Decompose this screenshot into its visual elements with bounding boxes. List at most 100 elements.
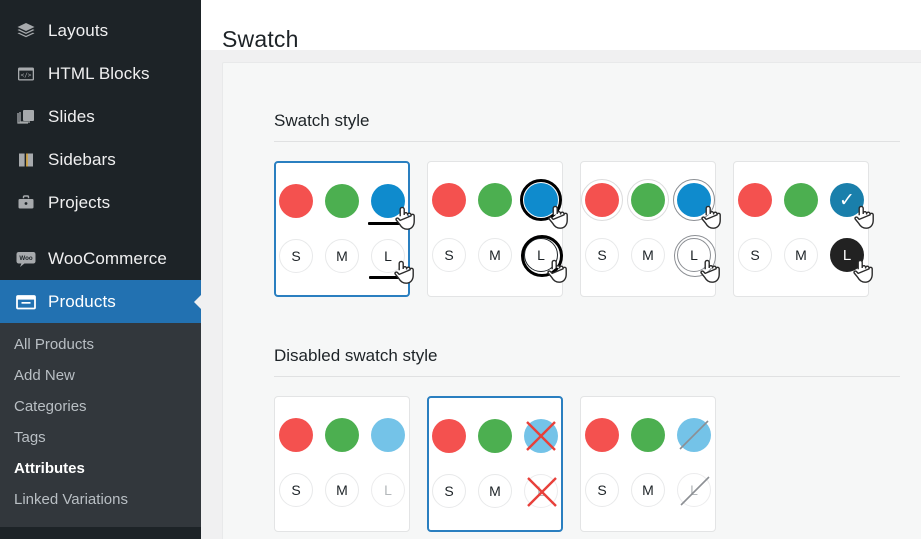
submenu-item-attributes[interactable]: Attributes <box>0 453 201 484</box>
sidebar-item-layouts[interactable]: Layouts <box>0 9 201 52</box>
color-swatch-green[interactable] <box>784 183 818 217</box>
sidebar-item-label: Products <box>48 292 116 311</box>
section-swatch-style: Swatch style S M L S M L S M L ✓ S M L <box>274 111 900 297</box>
size-swatch-row: SML <box>428 235 567 283</box>
size-swatch-m[interactable]: M <box>631 238 665 272</box>
size-swatch-s[interactable]: S <box>585 473 619 507</box>
color-swatch-red[interactable] <box>432 183 466 217</box>
color-swatch-blue[interactable] <box>524 419 558 453</box>
size-swatch-label: L <box>537 483 545 499</box>
color-swatch-red[interactable] <box>738 183 772 217</box>
sidebar-item-sidebars[interactable]: Sidebars <box>0 138 201 181</box>
sidebar-item-woocommerce[interactable]: Woo WooCommerce <box>0 237 201 280</box>
submenu-item-add-new[interactable]: Add New <box>0 360 201 391</box>
size-swatch-s[interactable]: S <box>432 238 466 272</box>
color-swatch-red[interactable] <box>279 184 313 218</box>
color-swatch-blue[interactable] <box>520 179 568 229</box>
style-option-card-cross-disabled-style[interactable]: SM L <box>427 396 563 532</box>
size-swatch-row: SML <box>581 235 720 283</box>
selected-ring-indicator <box>520 179 562 221</box>
sidebar-menu: Layouts </> HTML Blocks Slides Sidebars Proje… <box>0 9 201 323</box>
size-swatch-s[interactable]: S <box>432 474 466 508</box>
style-option-card-thin-ring-style[interactable]: SML <box>580 161 721 297</box>
size-swatch-m[interactable]: M <box>631 473 665 507</box>
pointer-hand-cursor-icon <box>395 206 415 230</box>
style-option-card-faded-disabled-style[interactable]: SML <box>274 396 410 532</box>
color-swatch-blue[interactable] <box>677 418 711 452</box>
page-title: Swatch <box>222 26 299 53</box>
size-swatch-s[interactable]: S <box>279 473 313 507</box>
sidebar-item-label: Slides <box>48 107 95 126</box>
style-option-card-checkmark-fill-style[interactable]: ✓ S M L <box>733 161 874 297</box>
color-swatch-green[interactable] <box>627 179 669 221</box>
sidebar-item-slides[interactable]: Slides <box>0 95 201 138</box>
color-swatch-blue[interactable] <box>368 184 415 230</box>
size-swatch-l[interactable]: L <box>830 238 873 283</box>
admin-sidebar: Layouts </> HTML Blocks Slides Sidebars Proje… <box>0 0 201 539</box>
size-swatch-label: M <box>642 482 654 498</box>
size-swatch-label: S <box>597 482 607 498</box>
submenu-item-categories[interactable]: Categories <box>0 391 201 422</box>
sidebars-icon <box>11 150 41 170</box>
size-swatch-label: M <box>336 482 348 498</box>
color-swatch-green[interactable] <box>631 418 665 452</box>
color-swatch-green[interactable] <box>478 419 512 453</box>
color-swatch-red[interactable] <box>432 419 466 453</box>
submenu-item-linked-variations[interactable]: Linked Variations <box>0 484 201 515</box>
svg-text:Woo: Woo <box>19 255 33 262</box>
size-swatch-label: M <box>795 247 807 263</box>
color-swatch-blue[interactable]: ✓ <box>830 183 874 229</box>
sidebar-item-html-blocks[interactable]: </> HTML Blocks <box>0 52 201 95</box>
settings-panel: Swatch style S M L S M L S M L ✓ S M L Disabled swat… <box>222 62 921 539</box>
size-swatch-l[interactable]: L <box>677 473 711 507</box>
color-swatch-green[interactable] <box>325 184 359 218</box>
size-swatch-label: S <box>291 248 301 264</box>
submenu-item-tags[interactable]: Tags <box>0 422 201 453</box>
size-swatch-m[interactable]: M <box>325 239 359 273</box>
disabled-cross-icon <box>526 421 556 451</box>
selected-thin-ring-indicator <box>674 235 716 277</box>
size-swatch-m[interactable]: M <box>784 238 818 272</box>
size-swatch-s[interactable]: S <box>585 238 619 272</box>
color-swatch-red[interactable] <box>585 418 619 452</box>
size-swatch-label: L <box>384 248 392 264</box>
submenu-item-all-products[interactable]: All Products <box>0 329 201 360</box>
size-swatch-s[interactable]: S <box>279 239 313 273</box>
size-swatch-l[interactable]: L <box>674 235 720 283</box>
size-swatch-l[interactable]: L <box>524 474 558 508</box>
style-option-card-underline-style[interactable]: SML <box>274 161 415 297</box>
size-swatch-label: L <box>690 482 698 498</box>
size-swatch-m[interactable]: M <box>478 238 512 272</box>
section-divider <box>274 141 900 142</box>
color-swatch-red[interactable] <box>581 179 623 221</box>
color-swatch-blue[interactable] <box>371 418 405 452</box>
color-swatch-green[interactable] <box>325 418 359 452</box>
size-swatch-label: M <box>642 247 654 263</box>
disabled-swatch-style-options: SMLSMLSML <box>274 396 900 532</box>
sidebar-item-label: Layouts <box>48 21 109 40</box>
main-content: Swatch Swatch style S M L S M L S M L ✓ S M L Disabl… <box>201 0 921 539</box>
size-swatch-l[interactable]: L <box>521 235 567 283</box>
color-swatch-red[interactable] <box>279 418 313 452</box>
section-disabled-swatch-style: Disabled swatch style S M L S M L S M L <box>274 346 900 532</box>
color-swatch-green[interactable] <box>478 183 512 217</box>
svg-text:</>: </> <box>21 72 32 79</box>
color-swatch-row <box>581 179 721 229</box>
style-option-card-slash-disabled-style[interactable]: SML <box>580 396 716 532</box>
sidebar-item-label: Projects <box>48 193 111 212</box>
size-swatch-l[interactable]: L <box>371 473 405 507</box>
size-swatch-s[interactable]: S <box>738 238 772 272</box>
sidebar-item-label: WooCommerce <box>48 249 167 268</box>
color-swatch-blue[interactable] <box>673 179 721 229</box>
slides-icon <box>11 107 41 127</box>
style-option-card-outline-ring-style[interactable]: SML <box>427 161 568 297</box>
sidebar-item-projects[interactable]: Projects <box>0 181 201 224</box>
size-swatch-l[interactable]: L <box>369 239 414 284</box>
size-swatch-m[interactable]: M <box>478 474 512 508</box>
size-swatch-m[interactable]: M <box>325 473 359 507</box>
sidebar-item-products[interactable]: Products <box>0 280 201 323</box>
active-menu-arrow-icon <box>194 293 201 310</box>
pointer-hand-cursor-icon <box>854 205 874 229</box>
size-swatch-row: SM L <box>429 474 561 508</box>
swatch-outline-ring <box>581 179 623 221</box>
